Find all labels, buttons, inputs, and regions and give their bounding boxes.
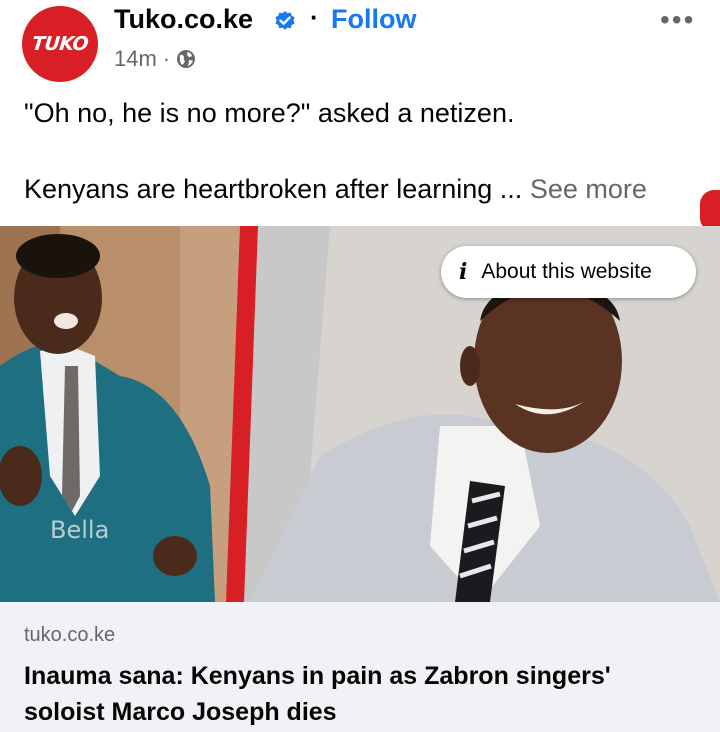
meta-separator: · — [162, 46, 171, 71]
about-this-website-button[interactable]: i About this website — [441, 246, 696, 298]
post-text-truncated: Kenyans are heartbroken after learning .… — [24, 174, 523, 204]
see-more-link[interactable]: See more — [530, 174, 647, 204]
verified-badge-icon — [274, 10, 296, 32]
post-header: TUKO Tuko.co.ke · Follow 14m · ••• — [0, 0, 720, 88]
page-name[interactable]: Tuko.co.ke — [114, 4, 253, 35]
follow-button[interactable]: Follow — [331, 4, 416, 35]
globe-icon — [176, 49, 196, 69]
watermark-text: Bella — [50, 516, 110, 544]
post-time[interactable]: 14m — [114, 46, 157, 72]
about-website-label: About this website — [481, 260, 652, 283]
logo-text: TUKO — [30, 33, 90, 55]
post-text-line-1: "Oh no, he is no more?" asked a netizen. — [24, 98, 515, 128]
info-icon: i — [459, 259, 468, 285]
page-avatar[interactable]: TUKO — [22, 6, 98, 82]
follow-separator: · — [310, 2, 319, 32]
link-domain: tuko.co.ke — [24, 624, 116, 646]
post-text-line-2: Kenyans are heartbroken after learning .… — [24, 174, 647, 205]
link-preview-footer[interactable]: tuko.co.ke Inauma sana: Kenyans in pain … — [0, 602, 720, 732]
more-options-icon[interactable]: ••• — [660, 4, 695, 36]
post-meta: 14m · — [114, 46, 196, 72]
link-headline: Inauma sana: Kenyans in pain as Zabron s… — [24, 662, 611, 726]
